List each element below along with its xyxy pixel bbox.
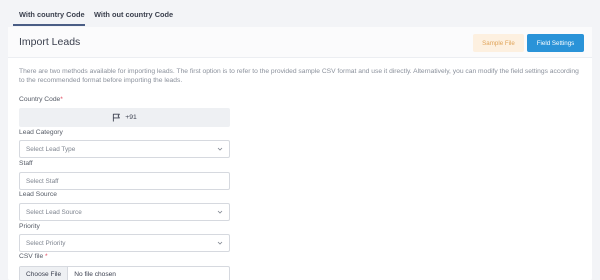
csv-file-label: CSV file * [19, 253, 48, 260]
active-tab-indicator [13, 24, 85, 26]
staff-placeholder: Select Staff [26, 177, 59, 185]
sample-file-button[interactable]: Sample File [473, 34, 524, 52]
lead-source-placeholder: Select Lead Source [26, 208, 82, 216]
import-leads-card: Import Leads Sample File Field Settings … [8, 27, 592, 280]
lead-category-label: Lead Category [19, 129, 63, 136]
chevron-down-icon [217, 210, 223, 214]
priority-placeholder: Select Priority [26, 239, 66, 247]
choose-file-button[interactable]: Choose File [20, 267, 69, 280]
lead-category-select[interactable]: Select Lead Type [19, 140, 230, 158]
csv-file-input[interactable]: Choose File No file chosen [19, 266, 230, 280]
card-header: Import Leads Sample File Field Settings [8, 27, 592, 58]
chevron-down-icon [217, 241, 223, 245]
field-settings-button[interactable]: Field Settings [527, 34, 584, 52]
required-marker: * [45, 253, 48, 260]
country-code-value: +91 [125, 114, 137, 121]
priority-label: Priority [19, 223, 40, 230]
lead-source-label: Lead Source [19, 191, 57, 198]
flag-icon [113, 113, 121, 122]
lead-category-placeholder: Select Lead Type [26, 145, 76, 153]
chevron-down-icon [217, 147, 223, 151]
required-marker: * [60, 96, 63, 103]
priority-select[interactable]: Select Priority [19, 234, 230, 252]
file-status: No file chosen [74, 270, 116, 278]
tab-bar: With country Code With out country Code [0, 0, 600, 27]
staff-label: Staff [19, 160, 33, 167]
country-code-selector[interactable]: +91 [19, 108, 230, 127]
tab-with-country-code[interactable]: With country Code [19, 10, 85, 19]
lead-source-select[interactable]: Select Lead Source [19, 203, 230, 221]
page-title: Import Leads [19, 36, 81, 48]
import-description: There are two methods available for impo… [19, 68, 579, 85]
country-code-label: Country Code* [19, 96, 63, 103]
tab-without-country-code[interactable]: With out country Code [94, 10, 173, 19]
staff-input[interactable]: Select Staff [19, 172, 230, 190]
